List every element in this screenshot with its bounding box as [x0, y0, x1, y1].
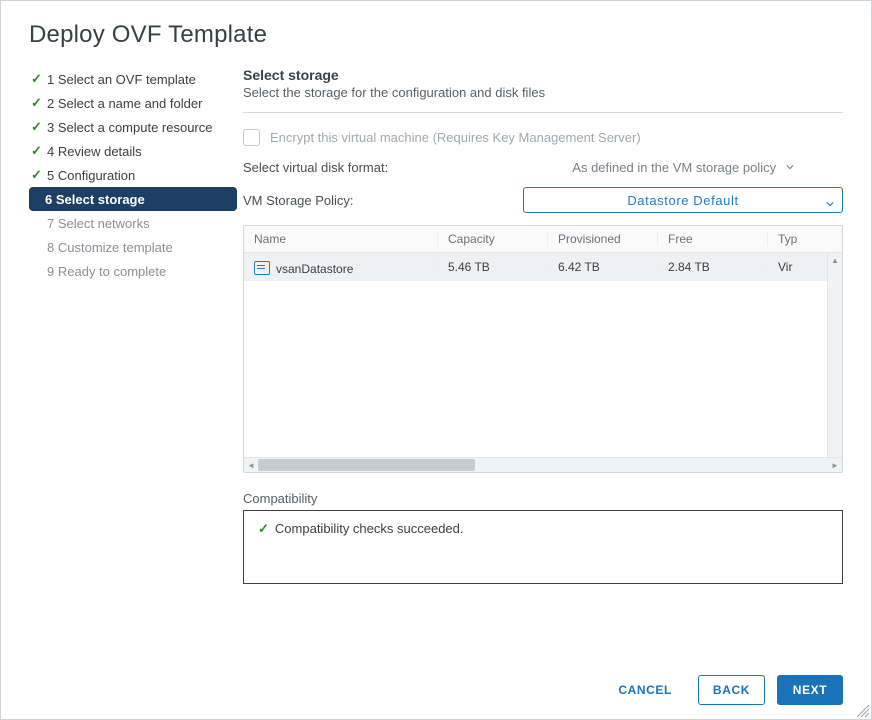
- cell-name: vsanDatastore: [244, 259, 438, 276]
- cell-free: 2.84 TB: [658, 260, 768, 274]
- next-button[interactable]: NEXT: [777, 675, 843, 705]
- col-provisioned[interactable]: Provisioned: [548, 232, 658, 246]
- wizard-step-label: 5 Configuration: [47, 168, 135, 183]
- wizard-step-label: 2 Select a name and folder: [47, 96, 202, 111]
- scroll-track[interactable]: [258, 458, 828, 472]
- encrypt-checkbox: [243, 129, 260, 146]
- table-header: Name Capacity Provisioned Free Typ: [244, 226, 842, 253]
- wizard-step-3[interactable]: ✓ 3 Select a compute resource: [29, 115, 237, 139]
- compatibility-message: Compatibility checks succeeded.: [275, 521, 464, 536]
- storage-policy-row: VM Storage Policy: Datastore Default: [243, 187, 843, 213]
- wizard-step-5[interactable]: ✓ 5 Configuration: [29, 163, 237, 187]
- dialog-footer: CANCEL BACK NEXT: [29, 675, 843, 705]
- wizard-step-9: 9 Ready to complete: [45, 259, 237, 283]
- dialog-body: ✓ 1 Select an OVF template ✓ 2 Select a …: [29, 67, 843, 655]
- horizontal-scrollbar[interactable]: ◄ ►: [244, 457, 842, 472]
- scroll-thumb[interactable]: [258, 459, 475, 471]
- wizard-step-2[interactable]: ✓ 2 Select a name and folder: [29, 91, 237, 115]
- encrypt-row: Encrypt this virtual machine (Requires K…: [243, 129, 843, 146]
- wizard-step-label: 9 Ready to complete: [47, 264, 166, 279]
- wizard-step-1[interactable]: ✓ 1 Select an OVF template: [29, 67, 237, 91]
- scroll-up-icon[interactable]: ▲: [828, 253, 842, 267]
- scroll-left-icon[interactable]: ◄: [244, 458, 258, 472]
- cancel-button[interactable]: CANCEL: [604, 675, 686, 705]
- datastore-icon: [254, 261, 270, 275]
- wizard-step-4[interactable]: ✓ 4 Review details: [29, 139, 237, 163]
- check-icon: ✓: [31, 95, 47, 111]
- compatibility-label: Compatibility: [243, 491, 843, 506]
- wizard-step-label: 3 Select a compute resource: [47, 120, 213, 135]
- check-icon: ✓: [258, 521, 269, 536]
- wizard-step-7: 7 Select networks: [45, 211, 237, 235]
- cell-provisioned: 6.42 TB: [548, 260, 658, 274]
- col-name[interactable]: Name: [244, 232, 438, 246]
- wizard-step-label: 8 Customize template: [47, 240, 173, 255]
- dialog-title: Deploy OVF Template: [29, 21, 843, 49]
- chevron-down-icon: [786, 159, 794, 167]
- datastore-table: Name Capacity Provisioned Free Typ vsanD…: [243, 225, 843, 473]
- main-panel: Select storage Select the storage for th…: [243, 67, 843, 655]
- col-free[interactable]: Free: [658, 232, 768, 246]
- col-type[interactable]: Typ: [768, 232, 842, 246]
- wizard-step-label: 7 Select networks: [47, 216, 150, 231]
- table-row[interactable]: vsanDatastore 5.46 TB 6.42 TB 2.84 TB Vi…: [244, 253, 842, 281]
- check-icon: ✓: [31, 167, 47, 183]
- wizard-steps: ✓ 1 Select an OVF template ✓ 2 Select a …: [29, 67, 243, 655]
- wizard-step-8: 8 Customize template: [45, 235, 237, 259]
- disk-format-dropdown[interactable]: As defined in the VM storage policy: [523, 160, 843, 175]
- wizard-step-label: 1 Select an OVF template: [47, 72, 196, 87]
- disk-format-row: Select virtual disk format: As defined i…: [243, 160, 843, 175]
- disk-format-label: Select virtual disk format:: [243, 160, 523, 175]
- wizard-step-label: 6 Select storage: [45, 192, 145, 207]
- panel-heading: Select storage: [243, 67, 843, 83]
- cell-capacity: 5.46 TB: [438, 260, 548, 274]
- storage-policy-dropdown[interactable]: Datastore Default: [523, 187, 843, 213]
- scroll-right-icon[interactable]: ►: [828, 458, 842, 472]
- compatibility-box: ✓ Compatibility checks succeeded.: [243, 510, 843, 584]
- check-icon: ✓: [31, 119, 47, 135]
- panel-subheading: Select the storage for the configuration…: [243, 85, 843, 113]
- check-icon: ✓: [31, 143, 47, 159]
- resize-grip-icon[interactable]: [857, 705, 869, 717]
- wizard-step-label: 4 Review details: [47, 144, 142, 159]
- storage-policy-value: Datastore Default: [627, 193, 738, 208]
- check-icon: ✓: [31, 71, 47, 87]
- chevron-down-icon: [826, 196, 834, 204]
- encrypt-label: Encrypt this virtual machine (Requires K…: [270, 130, 641, 145]
- col-capacity[interactable]: Capacity: [438, 232, 548, 246]
- deploy-ovf-dialog: Deploy OVF Template ✓ 1 Select an OVF te…: [0, 0, 872, 720]
- wizard-step-6[interactable]: 6 Select storage: [29, 187, 237, 211]
- disk-format-value: As defined in the VM storage policy: [572, 160, 776, 175]
- vertical-scrollbar[interactable]: ▲: [827, 253, 842, 457]
- storage-policy-label: VM Storage Policy:: [243, 193, 523, 208]
- back-button[interactable]: BACK: [698, 675, 765, 705]
- table-body: vsanDatastore 5.46 TB 6.42 TB 2.84 TB Vi…: [244, 253, 842, 457]
